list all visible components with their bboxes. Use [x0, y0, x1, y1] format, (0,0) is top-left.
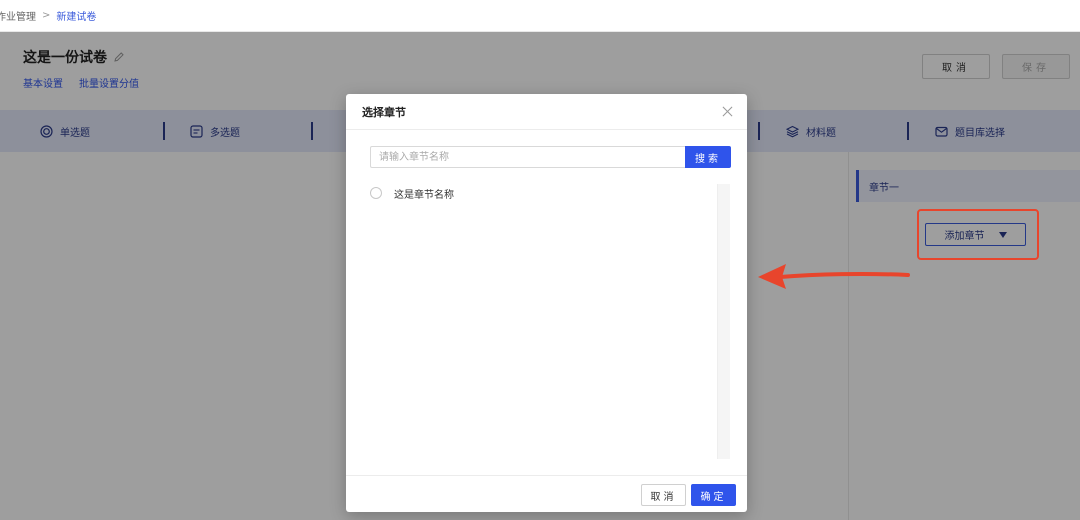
search-button[interactable]: 搜索 — [685, 146, 731, 168]
select-chapter-modal: 选择章节 搜索 这是章节名称 取消 确定 — [346, 94, 747, 512]
breadcrumb-parent[interactable]: 作业管理 — [0, 8, 36, 23]
search-row: 搜索 — [370, 146, 731, 168]
modal-footer: 取消 确定 — [346, 475, 747, 512]
modal-cancel-button[interactable]: 取消 — [641, 484, 686, 506]
annotation-highlight-box — [917, 209, 1039, 260]
radio-button[interactable] — [370, 187, 382, 199]
chapter-name: 这是章节名称 — [394, 189, 454, 201]
modal-confirm-button[interactable]: 确定 — [691, 484, 736, 506]
chapter-list: 这是章节名称 — [366, 184, 731, 459]
list-item[interactable]: 这是章节名称 — [366, 184, 731, 202]
scrollbar[interactable] — [717, 184, 730, 459]
annotation-arrow-icon — [758, 264, 910, 289]
modal-header: 选择章节 — [346, 94, 747, 130]
chapter-search-input[interactable] — [370, 146, 685, 168]
modal-title: 选择章节 — [362, 105, 406, 119]
breadcrumb-current: 新建试卷 — [56, 12, 97, 23]
close-icon[interactable] — [722, 106, 733, 117]
breadcrumb: 作业管理 > 新建试卷 — [0, 0, 1080, 32]
breadcrumb-separator: > — [42, 10, 51, 21]
